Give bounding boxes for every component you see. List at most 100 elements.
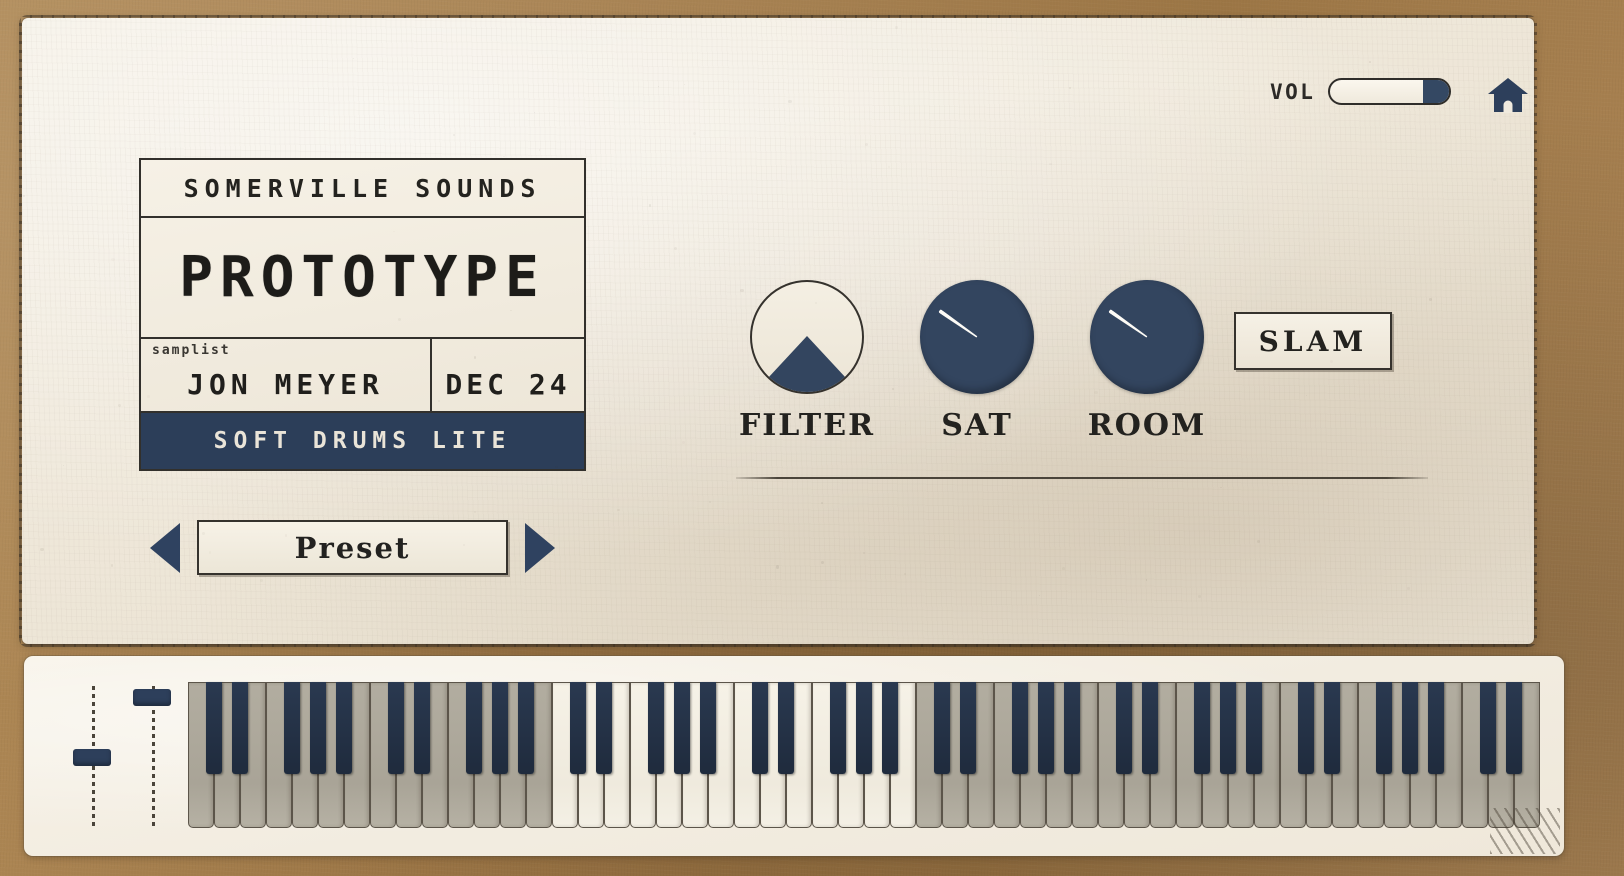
piano-black-key[interactable] xyxy=(414,682,430,774)
piano-black-key[interactable] xyxy=(830,682,846,774)
preset-selector: Preset xyxy=(150,520,555,575)
volume-slider-thumb[interactable] xyxy=(1423,80,1450,103)
sat-knob-dial[interactable] xyxy=(920,280,1034,394)
paper-speck xyxy=(864,143,868,147)
paper-speck xyxy=(1118,482,1119,483)
paper-speck xyxy=(862,551,866,555)
paper-speck xyxy=(674,247,678,251)
paper-speck xyxy=(22,93,24,95)
pitch-wheel-thumb[interactable] xyxy=(73,749,111,766)
piano-black-key[interactable] xyxy=(1324,682,1340,774)
piano-black-key[interactable] xyxy=(518,682,534,774)
piano-black-key[interactable] xyxy=(960,682,976,774)
piano-black-key[interactable] xyxy=(1506,682,1522,774)
preset-name: SOFT DRUMS LITE xyxy=(213,428,512,454)
paper-speck xyxy=(693,132,696,135)
paper-speck xyxy=(1145,578,1148,581)
knob-sat[interactable]: SAT xyxy=(892,280,1062,443)
piano-black-key[interactable] xyxy=(674,682,690,774)
piano-black-key[interactable] xyxy=(1402,682,1418,774)
paper-speck xyxy=(22,194,26,198)
room-knob-dial[interactable] xyxy=(1090,280,1204,394)
triangle-left-icon[interactable] xyxy=(150,522,180,573)
knob-label-room: ROOM xyxy=(1087,408,1207,443)
performance-wheels xyxy=(66,686,176,826)
piano-black-key[interactable] xyxy=(596,682,612,774)
piano-black-key[interactable] xyxy=(1220,682,1236,774)
piano-black-key[interactable] xyxy=(388,682,404,774)
knob-indicator-icon xyxy=(1108,309,1148,339)
piano-black-key[interactable] xyxy=(1194,682,1210,774)
piano-black-key[interactable] xyxy=(570,682,586,774)
piano-black-key[interactable] xyxy=(1038,682,1054,774)
paper-speck xyxy=(682,441,685,444)
home-icon[interactable] xyxy=(1487,76,1529,114)
filter-knob-dial[interactable] xyxy=(750,280,864,394)
paper-speck xyxy=(788,99,792,103)
paper-speck xyxy=(63,465,65,467)
triangle-right-icon[interactable] xyxy=(525,522,555,573)
piano-black-key[interactable] xyxy=(1246,682,1262,774)
paper-speck xyxy=(503,156,504,157)
piano-keys[interactable] xyxy=(188,682,1540,828)
volume-control-group: VOL xyxy=(1270,78,1452,105)
card-title-row: PROTOTYPE xyxy=(141,218,584,339)
paper-speck xyxy=(1256,539,1260,543)
piano-black-key[interactable] xyxy=(856,682,872,774)
paper-speck xyxy=(1512,214,1513,215)
paper-speck xyxy=(683,83,685,85)
knob-room[interactable]: ROOM xyxy=(1062,280,1232,443)
piano-black-key[interactable] xyxy=(778,682,794,774)
paper-speck xyxy=(904,572,907,575)
paper-speck xyxy=(1369,61,1371,63)
piano-black-key[interactable] xyxy=(1428,682,1444,774)
piano-black-key[interactable] xyxy=(336,682,352,774)
piano-black-key[interactable] xyxy=(752,682,768,774)
piano-black-key[interactable] xyxy=(310,682,326,774)
piano-black-key[interactable] xyxy=(206,682,222,774)
piano-black-key[interactable] xyxy=(700,682,716,774)
paper-speck xyxy=(1039,594,1041,596)
piano-black-key[interactable] xyxy=(1116,682,1132,774)
paper-speck xyxy=(538,149,540,151)
volume-label: VOL xyxy=(1270,79,1316,104)
knob-indicator-icon xyxy=(938,309,978,339)
knob-filter[interactable]: FILTER xyxy=(722,280,892,443)
paper-speck xyxy=(352,57,354,60)
paper-speck xyxy=(1049,163,1052,166)
volume-slider[interactable] xyxy=(1328,78,1452,105)
piano-black-key[interactable] xyxy=(1480,682,1496,774)
date-cell: DEC 24 xyxy=(432,339,584,411)
instrument-title: PROTOTYPE xyxy=(179,245,546,310)
slam-button[interactable]: SLAM xyxy=(1234,312,1392,370)
paper-speck xyxy=(1305,394,1308,397)
piano-black-key[interactable] xyxy=(648,682,664,774)
paper-speck xyxy=(1197,595,1201,599)
piano-black-key[interactable] xyxy=(284,682,300,774)
piano-black-key[interactable] xyxy=(1376,682,1392,774)
paper-speck xyxy=(709,501,711,504)
paper-speck xyxy=(888,166,890,168)
piano-black-key[interactable] xyxy=(466,682,482,774)
mod-wheel-track[interactable] xyxy=(152,686,155,826)
keyboard-panel xyxy=(24,656,1564,856)
paper-speck xyxy=(1219,486,1222,489)
mod-wheel-thumb[interactable] xyxy=(133,689,171,706)
piano-black-key[interactable] xyxy=(1064,682,1080,774)
piano-black-key[interactable] xyxy=(882,682,898,774)
release-date: DEC 24 xyxy=(445,368,571,401)
preset-button[interactable]: Preset xyxy=(197,520,508,575)
piano-black-key[interactable] xyxy=(1298,682,1314,774)
main-panel: VOL SOMERVILLE SOUNDS PROTOTYPE samplist… xyxy=(22,18,1534,644)
paper-speck xyxy=(648,204,652,207)
paper-speck xyxy=(533,111,535,113)
piano-black-key[interactable] xyxy=(1012,682,1028,774)
preset-button-label: Preset xyxy=(294,530,411,565)
piano-black-key[interactable] xyxy=(492,682,508,774)
piano-black-key[interactable] xyxy=(934,682,950,774)
paper-speck xyxy=(1528,149,1529,150)
paper-speck xyxy=(1493,178,1496,181)
piano-black-key[interactable] xyxy=(232,682,248,774)
knob-label-filter: FILTER xyxy=(738,408,876,443)
piano-black-key[interactable] xyxy=(1142,682,1158,774)
